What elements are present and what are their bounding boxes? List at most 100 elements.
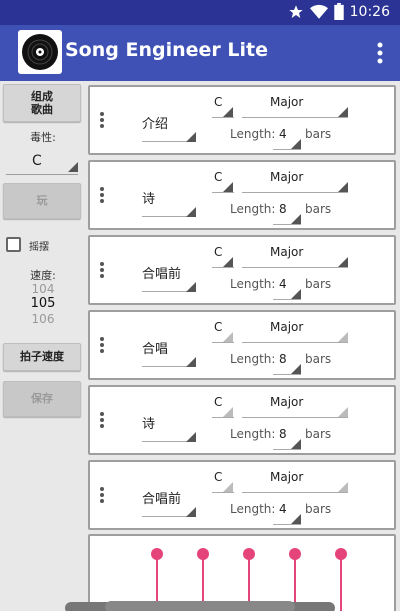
dropdown-arrow-icon [223,407,233,417]
section-key-underline [212,417,234,418]
status-time: 10:26 [349,3,390,20]
length-label: Length: [230,277,276,291]
section-mode-underline [242,417,348,418]
dropdown-arrow-icon [223,482,233,492]
song-section-card[interactable]: 合唱前 C Major Length: 4 bars [88,460,396,530]
section-key[interactable]: C [214,95,222,109]
section-length[interactable]: 4 [279,127,287,141]
section-key-underline [212,117,234,118]
drag-handle-icon[interactable] [100,112,104,128]
app-title: Song Engineer Lite [65,39,268,61]
section-mode-underline [242,267,348,268]
dropdown-arrow-icon [291,364,301,374]
tempo-label: 速度: [30,269,56,282]
section-length-underline [273,299,301,300]
swing-label: 摇摆 [29,242,49,253]
bars-label: bars [305,127,332,141]
tempo-value-next[interactable]: 106 [0,312,86,326]
song-section-card[interactable]: 诗 C Major Length: 8 bars [88,385,396,455]
section-length-underline [273,224,301,225]
dropdown-arrow-icon [186,432,196,442]
section-key[interactable]: C [214,470,222,484]
save-button[interactable]: 保存 [3,381,81,417]
section-length[interactable]: 8 [279,352,287,366]
compose-label-line1: 组成 [31,90,53,103]
dropdown-arrow-icon [338,107,348,117]
dropdown-arrow-icon [186,357,196,367]
section-name[interactable]: 诗 [142,188,155,207]
tempo-value-prev[interactable]: 104 [0,282,86,296]
section-length-underline [273,149,301,150]
song-section-card[interactable]: 介绍 C Major Length: 4 bars [88,85,396,155]
length-label: Length: [230,202,276,216]
section-key-underline [212,267,234,268]
section-mode-underline [242,192,348,193]
section-key[interactable]: C [214,170,222,184]
bars-label: bars [305,502,332,516]
section-mode-underline [242,117,348,118]
compose-label-line2: 歌曲 [31,103,53,116]
section-key-underline [212,192,234,193]
section-name[interactable]: 介绍 [142,113,168,132]
drag-handle-icon[interactable] [100,487,104,503]
wifi-icon [309,4,328,19]
section-name[interactable]: 合唱前 [142,488,181,507]
section-length[interactable]: 8 [279,202,287,216]
bars-label: bars [305,277,332,291]
tap-tempo-button[interactable]: 拍子速度 [3,343,81,371]
play-button[interactable]: 玩 [3,183,81,219]
section-name[interactable]: 合唱 [142,338,168,357]
length-label: Length: [230,427,276,441]
key-label: 毒性: [30,131,56,144]
section-key[interactable]: C [214,320,222,334]
section-name[interactable]: 合唱前 [142,263,181,282]
section-mode[interactable]: Major [270,395,303,409]
swing-checkbox[interactable] [6,237,21,252]
song-section-card[interactable]: 诗 C Major Length: 8 bars [88,160,396,230]
dropdown-arrow-icon [291,214,301,224]
dropdown-arrow-icon [291,139,301,149]
tempo-value-selected[interactable]: 105 [0,296,86,311]
key-spinner[interactable]: C [6,153,78,175]
section-mode[interactable]: Major [270,245,303,259]
section-mode-underline [242,492,348,493]
timeline-panel[interactable] [88,534,396,611]
star-icon [288,4,303,18]
dropdown-arrow-icon [338,407,348,417]
section-length[interactable]: 8 [279,427,287,441]
dropdown-arrow-icon [291,514,301,524]
compose-song-button[interactable]: 组成 歌曲 [3,84,81,122]
length-label: Length: [230,502,276,516]
song-section-card[interactable]: 合唱 C Major Length: 8 bars [88,310,396,380]
drag-handle-icon[interactable] [100,262,104,278]
bars-label: bars [305,352,332,366]
section-mode[interactable]: Major [270,170,303,184]
section-length-underline [273,524,301,525]
section-length[interactable]: 4 [279,502,287,516]
dropdown-arrow-icon [186,282,196,292]
battery-icon [333,3,344,20]
dropdown-arrow-icon [186,132,196,142]
dropdown-arrow-icon [186,507,196,517]
section-name[interactable]: 诗 [142,413,155,432]
song-section-card[interactable]: 合唱前 C Major Length: 4 bars [88,235,396,305]
dropdown-arrow-icon [186,207,196,217]
dropdown-arrow-icon [223,332,233,342]
section-key[interactable]: C [214,245,222,259]
section-key[interactable]: C [214,395,222,409]
key-value: C [32,153,42,169]
drag-handle-icon[interactable] [100,337,104,353]
drag-handle-icon[interactable] [100,412,104,428]
more-vert-icon[interactable] [376,41,384,65]
section-length[interactable]: 4 [279,277,287,291]
app-bar: Song Engineer Lite [0,25,400,81]
section-mode[interactable]: Major [270,95,303,109]
timeline-marker[interactable] [335,548,347,611]
section-mode[interactable]: Major [270,320,303,334]
drag-handle-icon[interactable] [100,187,104,203]
section-mode[interactable]: Major [270,470,303,484]
bars-label: bars [305,427,332,441]
status-bar: 10:26 [0,0,400,25]
dropdown-arrow-icon [338,332,348,342]
dropdown-arrow-icon [338,482,348,492]
